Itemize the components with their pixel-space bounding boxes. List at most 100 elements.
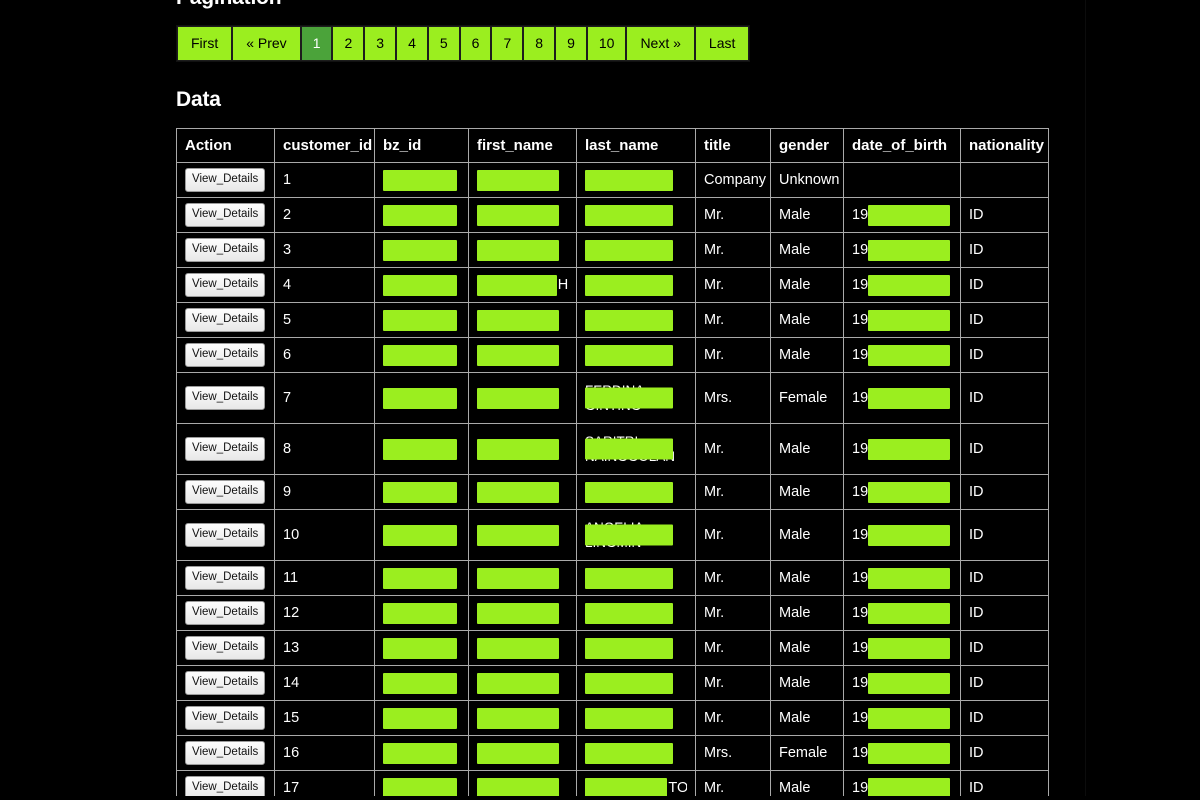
date-of-birth-prefix: 19	[852, 745, 869, 761]
nationality-cell: ID	[960, 232, 1049, 268]
last-name-cell	[576, 197, 696, 233]
pagination-last-button[interactable]: Last	[694, 26, 750, 61]
action-cell: View_Details	[176, 560, 275, 596]
bz-id-redaction-highlight	[383, 567, 457, 589]
pagination-bar[interactable]: First « Prev 1 2 3 4 5 6 7 8 9 10 Next » Last	[176, 25, 751, 62]
bz-id-redaction-highlight	[383, 387, 457, 409]
pagination-page-4[interactable]: 4	[396, 26, 428, 61]
table-row: View_Details 10 ANGELIALINGMINMr.Male 19 ID	[176, 509, 1049, 561]
view-details-button[interactable]: View_Details	[185, 565, 266, 591]
bz-id-redaction-highlight	[383, 204, 457, 226]
nationality-cell: ID	[960, 197, 1049, 233]
bz-id-cell	[374, 700, 469, 736]
view-details-button[interactable]: View_Details	[185, 670, 266, 696]
view-details-button[interactable]: View_Details	[185, 479, 266, 505]
bz-id-cell	[374, 372, 469, 424]
date-of-birth-prefix: 19	[852, 390, 869, 406]
date-of-birth-redaction-highlight	[868, 239, 951, 261]
customer-id-cell: 4	[274, 267, 375, 303]
bz-id-redaction-highlight	[383, 344, 457, 366]
nationality-cell: ID	[960, 630, 1049, 666]
table-row: View_Details 8 SARITRINAINGGOLANMr.Male 19 I…	[176, 423, 1049, 475]
date-of-birth-redaction-highlight	[868, 438, 951, 460]
customer-id-cell: 2	[274, 197, 375, 233]
view-details-button[interactable]: View_Details	[185, 237, 266, 263]
title-cell: Mr.	[695, 474, 771, 510]
bz-id-redaction-highlight	[383, 169, 457, 191]
gender-cell: Male	[770, 423, 844, 475]
first-name-redaction-highlight	[477, 309, 559, 331]
action-cell: View_Details	[176, 630, 275, 666]
last-name-cell: FERDINAGINTING	[576, 372, 696, 424]
nationality-cell: ID	[960, 337, 1049, 373]
first-name-suffix: H	[557, 277, 568, 293]
view-details-button[interactable]: View_Details	[185, 436, 266, 462]
last-name-redaction-highlight	[585, 637, 673, 659]
first-name-cell	[468, 423, 577, 475]
view-details-button[interactable]: View_Details	[185, 635, 266, 661]
last-name-cell	[576, 595, 696, 631]
action-cell: View_Details	[176, 337, 275, 373]
first-name-redaction-highlight	[477, 274, 557, 296]
view-details-button[interactable]: View_Details	[185, 272, 266, 298]
date-of-birth-cell: 19	[843, 735, 961, 771]
title-cell: Mr.	[695, 302, 771, 338]
view-details-button[interactable]: View_Details	[185, 740, 266, 766]
bz-id-redaction-highlight	[383, 672, 457, 694]
first-name-cell: H	[468, 267, 577, 303]
gender-cell: Male	[770, 595, 844, 631]
customer-id-cell: 7	[274, 372, 375, 424]
nationality-cell: ID	[960, 474, 1049, 510]
pagination-page-5[interactable]: 5	[427, 26, 460, 61]
pagination-page-9[interactable]: 9	[555, 26, 587, 61]
pagination-first-button[interactable]: First	[177, 26, 233, 61]
pagination-next-button[interactable]: Next »	[626, 26, 695, 61]
last-name-redaction-highlight	[585, 204, 673, 226]
view-details-button[interactable]: View_Details	[185, 167, 266, 193]
last-name-cell	[576, 630, 696, 666]
pagination-page-6[interactable]: 6	[459, 26, 492, 61]
action-cell: View_Details	[176, 595, 275, 631]
view-details-button[interactable]: View_Details	[185, 522, 266, 548]
table-body: View_Details 1 Company Unknown View_Details 2…	[176, 162, 1049, 800]
bottom-edge	[0, 796, 1200, 800]
view-details-button[interactable]: View_Details	[185, 307, 266, 333]
first-name-cell	[468, 700, 577, 736]
pagination-page-3[interactable]: 3	[364, 26, 397, 61]
pagination-page-1[interactable]: 1	[300, 26, 333, 61]
view-details-button[interactable]: View_Details	[185, 385, 266, 411]
last-name-cell	[576, 162, 696, 198]
customer-data-table: Action customer_id bz_id first_name last_nam…	[176, 128, 1049, 800]
bz-id-redaction-highlight	[383, 637, 457, 659]
view-details-button[interactable]: View_Details	[185, 600, 266, 626]
last-name-cell	[576, 267, 696, 303]
pagination-page-2[interactable]: 2	[332, 26, 365, 61]
bz-id-cell	[374, 474, 469, 510]
last-name-cell: ANGELIALINGMIN	[576, 509, 696, 561]
pagination-page-7[interactable]: 7	[491, 26, 524, 61]
customer-id-cell: 11	[274, 560, 375, 596]
date-of-birth-cell: 19	[843, 267, 961, 303]
column-header-customer-id: customer_id	[274, 128, 375, 163]
view-details-button[interactable]: View_Details	[185, 202, 266, 228]
nationality-cell: ID	[960, 267, 1049, 303]
first-name-redaction-highlight	[477, 707, 559, 729]
pagination-heading: Pagination	[176, 0, 1186, 10]
date-of-birth-prefix: 19	[852, 710, 869, 726]
nationality-cell: ID	[960, 735, 1049, 771]
bz-id-cell	[374, 735, 469, 771]
view-details-button[interactable]: View_Details	[185, 342, 266, 368]
gender-cell: Male	[770, 337, 844, 373]
pagination-page-10[interactable]: 10	[586, 26, 627, 61]
title-cell: Mr.	[695, 595, 771, 631]
table-row: View_Details 16 Mrs. Female 19 ID	[176, 735, 1049, 771]
pagination-prev-button[interactable]: « Prev	[232, 26, 301, 61]
first-name-cell	[468, 735, 577, 771]
view-details-button[interactable]: View_Details	[185, 705, 266, 731]
pagination-page-8[interactable]: 8	[523, 26, 556, 61]
customer-id-cell: 16	[274, 735, 375, 771]
last-name-cell	[576, 232, 696, 268]
bz-id-cell	[374, 630, 469, 666]
date-of-birth-redaction-highlight	[868, 481, 951, 503]
nationality-cell: ID	[960, 665, 1049, 701]
